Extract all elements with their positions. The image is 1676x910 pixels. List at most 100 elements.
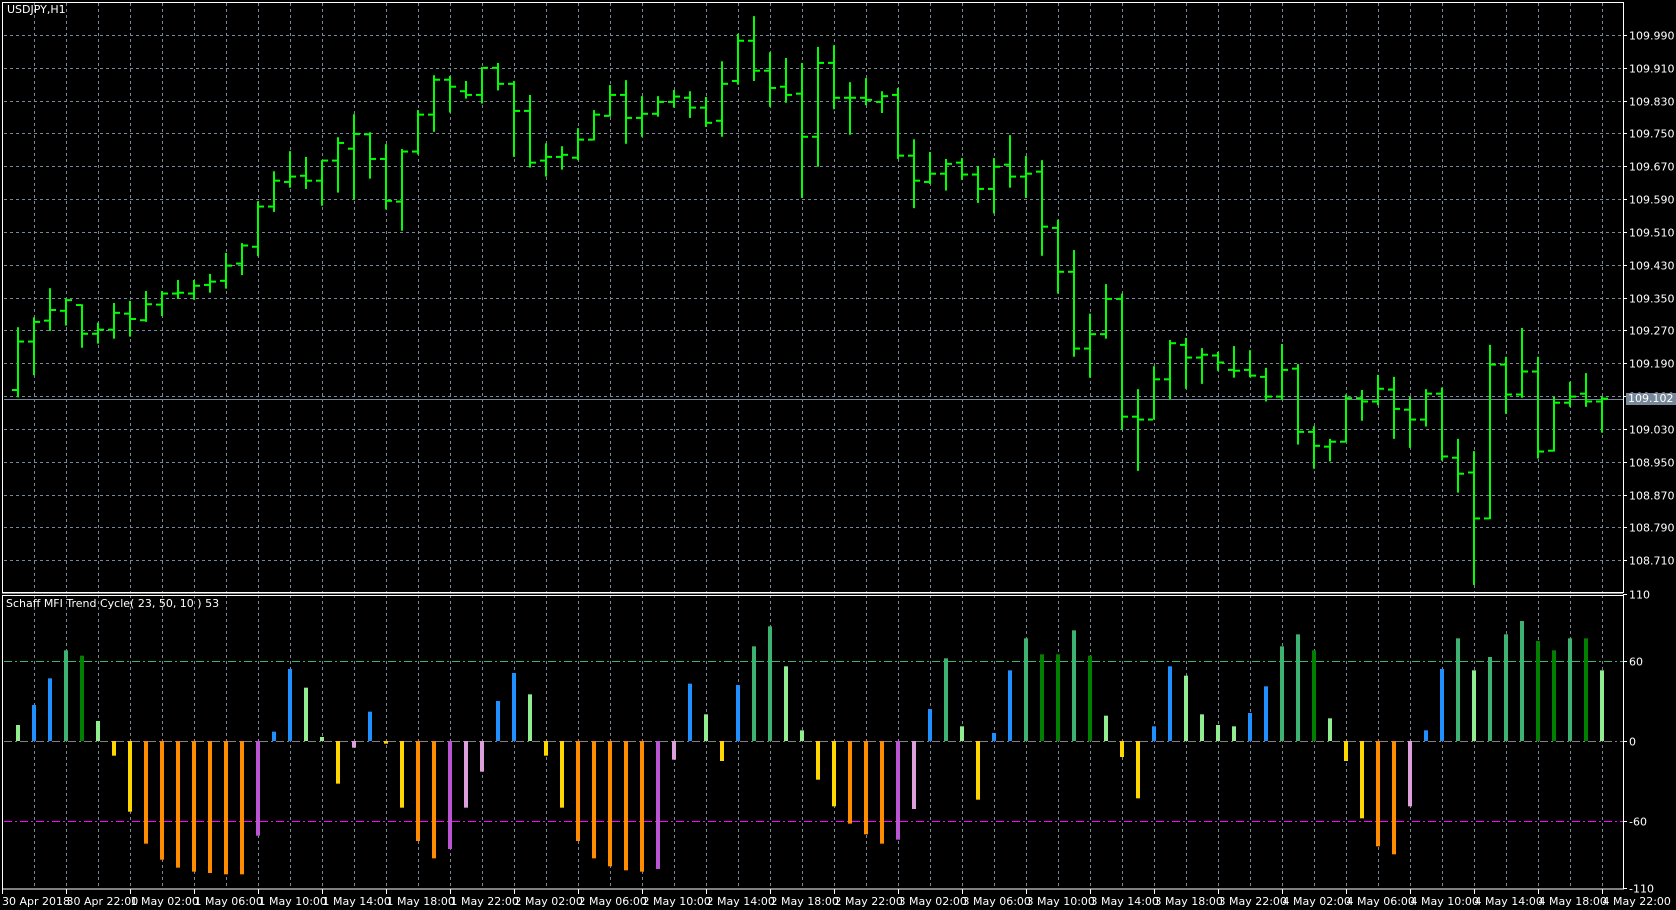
indicator-bar bbox=[320, 737, 324, 741]
time-axis-label: 1 May 06:00 bbox=[195, 895, 263, 908]
price-bar bbox=[476, 66, 488, 104]
indicator-bar bbox=[1392, 741, 1396, 855]
price-bar-range bbox=[369, 132, 371, 179]
price-bar-open bbox=[140, 319, 145, 322]
price-bar bbox=[1372, 374, 1384, 406]
price-bar-close bbox=[51, 308, 56, 311]
price-bar-range bbox=[161, 291, 163, 317]
indicator-bar bbox=[848, 741, 852, 824]
price-bar-range bbox=[641, 96, 643, 137]
price-bar-range bbox=[449, 76, 451, 113]
price-bar-close bbox=[19, 340, 24, 343]
indicator-bar bbox=[736, 685, 740, 741]
price-bar-close bbox=[243, 244, 248, 247]
indicator-bar bbox=[800, 730, 804, 741]
price-bar-open bbox=[1196, 356, 1201, 359]
price-bar-close bbox=[419, 113, 424, 116]
price-bar-range bbox=[1521, 328, 1523, 398]
price-axis-label: 109.350 bbox=[1629, 293, 1675, 306]
price-bar bbox=[1500, 356, 1512, 414]
price-bar-close bbox=[995, 165, 1000, 168]
price-bar bbox=[12, 327, 24, 398]
price-bar-open bbox=[940, 172, 945, 175]
indicator-bar bbox=[784, 666, 788, 741]
indicator-bar bbox=[1232, 726, 1236, 741]
price-bar-open bbox=[268, 205, 273, 208]
price-bar-open bbox=[796, 92, 801, 95]
price-bar-open bbox=[364, 133, 369, 136]
indicator-bar bbox=[624, 741, 628, 871]
price-bar-range bbox=[497, 62, 499, 91]
price-bar bbox=[636, 96, 648, 137]
indicator-bar bbox=[816, 741, 820, 780]
price-bar bbox=[108, 302, 120, 339]
price-bar bbox=[1468, 451, 1480, 585]
indicator-bar bbox=[128, 741, 132, 812]
time-axis-label: 4 May 18:00 bbox=[1539, 895, 1607, 908]
price-bar-range bbox=[1361, 389, 1363, 421]
price-bar bbox=[1452, 438, 1464, 493]
price-bar-range bbox=[961, 158, 963, 180]
indicator-bar bbox=[1104, 715, 1108, 741]
price-bar bbox=[428, 75, 440, 132]
indicator-bar bbox=[1216, 725, 1220, 741]
indicator-bar bbox=[1424, 730, 1428, 741]
indicator-bar bbox=[1360, 741, 1364, 819]
indicator-bar bbox=[912, 741, 916, 809]
price-bar bbox=[908, 139, 920, 209]
price-bar-range bbox=[945, 158, 947, 191]
price-bar bbox=[1276, 344, 1288, 400]
price-bar-close bbox=[771, 86, 776, 89]
indicator-bar bbox=[1024, 638, 1028, 741]
price-bar-range bbox=[1105, 284, 1107, 339]
price-bar-close bbox=[547, 155, 552, 158]
price-bar-range bbox=[657, 96, 659, 117]
price-bar-close bbox=[115, 311, 120, 314]
price-bar-range bbox=[577, 128, 579, 161]
price-bar-open bbox=[1084, 347, 1089, 350]
price-bar bbox=[1068, 250, 1080, 357]
price-bar-open bbox=[1500, 363, 1505, 366]
price-bar-close bbox=[1379, 387, 1384, 390]
indicator-axis-label: 0 bbox=[1629, 736, 1636, 749]
indicator-bar bbox=[480, 741, 484, 772]
price-bar bbox=[1084, 313, 1096, 378]
price-bar-close bbox=[403, 150, 408, 153]
price-bar bbox=[748, 16, 760, 81]
price-bar bbox=[1260, 367, 1272, 402]
price-bar-open bbox=[716, 119, 721, 122]
price-bar-open bbox=[636, 116, 641, 119]
indicator-bar bbox=[448, 741, 452, 849]
price-bar-range bbox=[257, 201, 259, 257]
price-axis-label: 109.750 bbox=[1629, 128, 1675, 141]
price-bar-range bbox=[865, 78, 867, 106]
price-bar-open bbox=[332, 159, 337, 162]
price-bar-open bbox=[1260, 375, 1265, 378]
indicator-bar bbox=[1536, 641, 1540, 741]
price-bar-close bbox=[435, 78, 440, 81]
price-bar bbox=[220, 252, 232, 289]
price-bar bbox=[204, 273, 216, 293]
chart-canvas[interactable]: 109.990 109.910 109.830 109.750 109.670 109.5… bbox=[0, 0, 1676, 910]
price-bar-open bbox=[492, 66, 497, 69]
price-bar-range bbox=[145, 291, 147, 322]
price-bar bbox=[284, 151, 296, 188]
price-bar bbox=[60, 298, 72, 326]
indicator-bar bbox=[1488, 657, 1492, 741]
price-bar-range bbox=[833, 45, 835, 110]
price-bar-range bbox=[97, 322, 99, 344]
price-bar bbox=[300, 156, 312, 189]
price-bar-open bbox=[1436, 392, 1441, 395]
price-bar-close bbox=[643, 112, 648, 115]
indicator-bar bbox=[368, 711, 372, 741]
price-bar-close bbox=[1011, 175, 1016, 178]
price-bar-range bbox=[1009, 135, 1011, 188]
indicator-bar bbox=[1456, 638, 1460, 741]
price-bar-close bbox=[131, 317, 136, 320]
indicator-bar bbox=[288, 669, 292, 741]
price-bar-open bbox=[1596, 400, 1601, 403]
indicator-bar bbox=[1472, 670, 1476, 741]
price-bar-open bbox=[44, 319, 49, 322]
price-bar bbox=[844, 82, 856, 135]
price-bar bbox=[1292, 364, 1304, 445]
